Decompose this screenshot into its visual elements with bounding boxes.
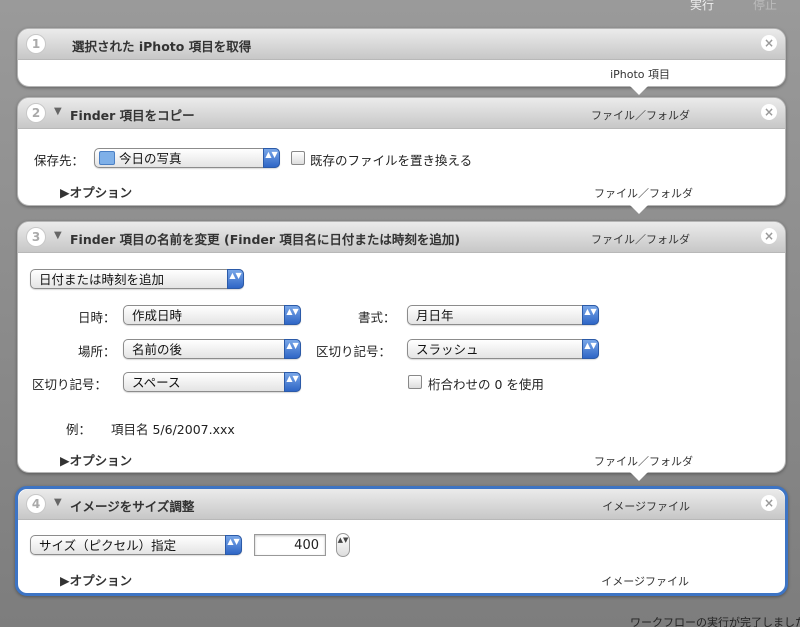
folder-icon — [99, 151, 115, 165]
separator-popup[interactable]: スラッシュ ▲▼ — [407, 339, 599, 359]
action-rename-finder-items[interactable]: 3 ▼ Finder 項目の名前を変更 (Finder 項目名に日付または時刻を… — [17, 221, 786, 481]
destination-value: 今日の写真 — [119, 151, 182, 166]
zero-padding-checkbox[interactable] — [408, 375, 422, 389]
popup-arrows-icon: ▲▼ — [582, 339, 599, 359]
where-value: 名前の後 — [132, 342, 183, 357]
separator2-label: 区切り記号： — [32, 377, 108, 392]
action-number: 2 — [26, 103, 46, 123]
connector-notch — [630, 472, 648, 481]
connector-notch — [630, 205, 648, 214]
popup-arrows-icon: ▲▼ — [284, 372, 301, 392]
input-type-label: イメージファイル — [602, 500, 690, 513]
where-label: 場所： — [78, 344, 116, 359]
replace-existing-label: 既存のファイルを置き換える — [310, 153, 473, 168]
options-disclosure[interactable]: ▶オプション — [60, 450, 132, 469]
output-type-label: イメージファイル — [601, 575, 689, 588]
action-title: Finder 項目の名前を変更 (Finder 項目名に日付または時刻を追加) — [70, 232, 461, 247]
disclosure-triangle-icon[interactable]: ▼ — [54, 497, 62, 508]
rename-mode-value: 日付または時刻を追加 — [39, 272, 165, 287]
input-type-label: ファイル／フォルダ — [591, 233, 690, 246]
format-value: 月日年 — [416, 308, 454, 323]
example-value: 項目名 5/6/2007.xxx — [111, 422, 235, 437]
options-disclosure[interactable]: ▶オプション — [60, 570, 132, 589]
input-type-label: ファイル／フォルダ — [591, 109, 690, 122]
close-icon[interactable]: × — [761, 104, 777, 120]
separator-label: 区切り記号： — [316, 344, 392, 359]
action-resize-images[interactable]: 4 ▼ イメージをサイズ調整 イメージファイル × サイズ（ピクセル）指定 ▲▼… — [15, 486, 788, 596]
action-header[interactable]: 2 ▼ Finder 項目をコピー ファイル／フォルダ × — [18, 98, 785, 129]
popup-arrows-icon: ▲▼ — [263, 148, 280, 168]
rename-mode-popup[interactable]: 日付または時刻を追加 ▲▼ — [30, 269, 244, 289]
separator2-value: スペース — [132, 375, 181, 390]
size-mode-popup[interactable]: サイズ（ピクセル）指定 ▲▼ — [30, 535, 242, 555]
output-type-label: ファイル／フォルダ — [594, 455, 693, 468]
action-header[interactable]: 1 選択された iPhoto 項目を取得 × — [18, 29, 785, 60]
separator2-popup[interactable]: スペース ▲▼ — [123, 372, 301, 392]
action-copy-finder-items[interactable]: 2 ▼ Finder 項目をコピー ファイル／フォルダ × 保存先： 今日の写真… — [17, 97, 786, 214]
action-title: イメージをサイズ調整 — [70, 499, 195, 514]
size-mode-value: サイズ（ピクセル）指定 — [39, 538, 177, 553]
close-icon[interactable]: × — [761, 35, 777, 51]
disclosure-triangle-icon[interactable]: ▼ — [54, 106, 62, 117]
date-popup[interactable]: 作成日時 ▲▼ — [123, 305, 301, 325]
size-input[interactable]: 400 — [254, 534, 326, 556]
action-number: 1 — [26, 34, 46, 54]
popup-arrows-icon: ▲▼ — [225, 535, 242, 555]
run-button[interactable]: 実行 — [690, 0, 714, 13]
separator-value: スラッシュ — [416, 342, 479, 357]
action-number: 3 — [26, 227, 46, 247]
example-label: 例： — [66, 422, 92, 437]
action-get-iphoto-items[interactable]: 1 選択された iPhoto 項目を取得 × iPhoto 項目 — [17, 28, 786, 95]
size-stepper[interactable]: ▲▼ — [336, 533, 350, 557]
action-title: 選択された iPhoto 項目を取得 — [72, 39, 252, 54]
where-popup[interactable]: 名前の後 ▲▼ — [123, 339, 301, 359]
popup-arrows-icon: ▲▼ — [284, 305, 301, 325]
destination-label: 保存先： — [34, 153, 85, 168]
close-icon[interactable]: × — [761, 495, 777, 511]
action-number: 4 — [26, 494, 46, 514]
connector-notch — [630, 86, 648, 95]
action-header[interactable]: 3 ▼ Finder 項目の名前を変更 (Finder 項目名に日付または時刻を… — [18, 222, 785, 253]
destination-popup[interactable]: 今日の写真 ▲▼ — [94, 148, 280, 168]
options-disclosure[interactable]: ▶オプション — [60, 182, 132, 201]
output-type-label: ファイル／フォルダ — [594, 187, 693, 200]
format-popup[interactable]: 月日年 ▲▼ — [407, 305, 599, 325]
action-title: Finder 項目をコピー — [70, 108, 195, 123]
date-label: 日時： — [78, 310, 116, 325]
zero-padding-label: 桁合わせの 0 を使用 — [428, 377, 544, 392]
replace-existing-checkbox[interactable] — [291, 151, 305, 165]
popup-arrows-icon: ▲▼ — [227, 269, 244, 289]
status-text: ワークフローの実行が完了しました — [630, 616, 800, 627]
action-header[interactable]: 4 ▼ イメージをサイズ調整 イメージファイル × — [18, 489, 785, 520]
output-type-label: iPhoto 項目 — [610, 68, 670, 81]
popup-arrows-icon: ▲▼ — [284, 339, 301, 359]
workflow-canvas: 実行 停止 1 選択された iPhoto 項目を取得 × iPhoto 項目 2… — [0, 0, 800, 627]
date-value: 作成日時 — [132, 308, 183, 323]
stop-button[interactable]: 停止 — [753, 0, 777, 13]
disclosure-triangle-icon[interactable]: ▼ — [54, 230, 62, 241]
popup-arrows-icon: ▲▼ — [582, 305, 599, 325]
close-icon[interactable]: × — [761, 228, 777, 244]
format-label: 書式： — [358, 310, 396, 325]
